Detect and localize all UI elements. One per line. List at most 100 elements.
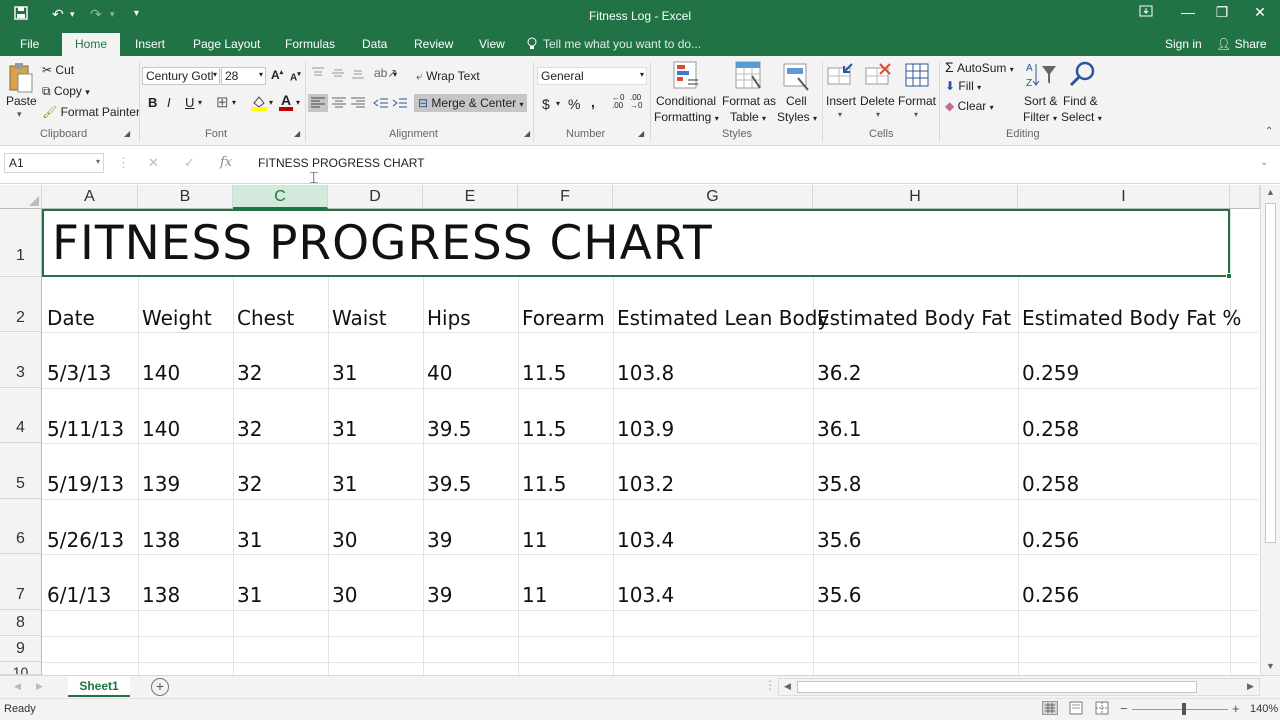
data-cell[interactable]: 36.1 <box>817 417 862 441</box>
vertical-scroll-thumb[interactable] <box>1265 203 1276 543</box>
tab-split-handle[interactable]: ⋮ <box>764 678 776 692</box>
paste-label[interactable]: Paste <box>6 94 37 108</box>
font-size-combo[interactable]: 28 ▾ <box>221 67 266 85</box>
column-header-a[interactable]: A <box>42 185 138 209</box>
data-cell[interactable]: 31 <box>332 417 357 441</box>
find-select-icon[interactable] <box>1068 60 1098 93</box>
currency-icon[interactable]: $ <box>542 96 550 112</box>
sort-filter-icon[interactable]: AZ <box>1026 60 1058 93</box>
number-launcher-icon[interactable]: ◢ <box>638 129 644 138</box>
delete-dropdown-icon[interactable]: ▾ <box>876 110 880 119</box>
alignment-launcher-icon[interactable]: ◢ <box>524 129 530 138</box>
bold-icon[interactable]: B <box>148 95 157 110</box>
percent-icon[interactable]: % <box>568 96 580 112</box>
ribbon-display-icon[interactable] <box>1134 4 1158 24</box>
data-cell[interactable]: 39.5 <box>427 472 472 496</box>
header-cell-body-fat[interactable]: Estimated Body Fat <box>817 306 1011 330</box>
tell-me-input[interactable]: Tell me what you want to do... <box>543 37 701 51</box>
conditional-formatting-icon[interactable] <box>672 60 702 95</box>
format-cells-icon[interactable] <box>902 60 932 93</box>
format-painter-button[interactable]: 🖌︎ Format Painter <box>42 105 140 119</box>
row-header-6[interactable]: 6 <box>0 499 42 554</box>
decrease-indent-icon[interactable] <box>372 94 390 115</box>
zoom-level[interactable]: 140% <box>1250 703 1278 715</box>
delete-cells-icon[interactable] <box>864 60 894 93</box>
paste-dropdown-icon[interactable]: ▾ <box>17 109 22 120</box>
restore-icon[interactable]: ❐ <box>1210 4 1234 24</box>
font-launcher-icon[interactable]: ◢ <box>294 129 300 138</box>
tab-file[interactable]: File <box>20 37 39 51</box>
sign-in-link[interactable]: Sign in <box>1165 37 1202 51</box>
data-cell[interactable]: 35.6 <box>817 528 862 552</box>
sort-filter-button[interactable]: Filter ▾ <box>1023 110 1057 124</box>
data-cell[interactable]: 30 <box>332 528 357 552</box>
cell-styles-icon[interactable] <box>782 60 812 95</box>
fill-color-icon[interactable] <box>250 93 268 114</box>
tab-formulas[interactable]: Formulas <box>285 37 335 51</box>
scroll-down-icon[interactable]: ▼ <box>1266 661 1275 671</box>
cut-button[interactable]: ✂ Cut <box>42 63 74 77</box>
page-layout-view-icon[interactable] <box>1068 701 1084 718</box>
align-right-icon[interactable] <box>349 94 367 115</box>
row-header-8[interactable]: 8 <box>0 610 42 636</box>
data-cell[interactable]: 140 <box>142 361 180 385</box>
data-cell[interactable]: 0.256 <box>1022 583 1079 607</box>
tab-insert[interactable]: Insert <box>135 37 165 51</box>
underline-dropdown-icon[interactable]: ▾ <box>198 98 202 107</box>
data-cell[interactable]: 40 <box>427 361 452 385</box>
data-cell[interactable]: 0.256 <box>1022 528 1079 552</box>
data-cell[interactable]: 11 <box>522 583 547 607</box>
zoom-in-icon[interactable]: + <box>1232 701 1240 716</box>
currency-dropdown-icon[interactable]: ▾ <box>556 99 560 108</box>
scroll-left-icon[interactable]: ◀ <box>784 681 791 692</box>
tab-page-layout[interactable]: Page Layout <box>193 37 260 51</box>
merge-center-button[interactable]: ⊟ Merge & Center ▾ <box>414 94 528 112</box>
data-cell[interactable]: 138 <box>142 528 180 552</box>
tab-review[interactable]: Review <box>414 37 453 51</box>
clipboard-launcher-icon[interactable]: ◢ <box>124 129 130 138</box>
close-icon[interactable]: ✕ <box>1248 4 1272 24</box>
data-cell[interactable]: 140 <box>142 417 180 441</box>
font-family-combo[interactable]: Century Gotl ▾ <box>142 67 220 85</box>
data-cell[interactable]: 31 <box>332 472 357 496</box>
fill-dropdown-icon[interactable]: ▾ <box>269 98 273 107</box>
data-cell[interactable]: 138 <box>142 583 180 607</box>
zoom-out-icon[interactable]: − <box>1120 701 1128 716</box>
row-header-3[interactable]: 3 <box>0 332 42 388</box>
align-top-icon[interactable] <box>310 66 326 83</box>
data-cell[interactable]: 30 <box>332 583 357 607</box>
cancel-icon[interactable]: ✕ <box>148 155 159 171</box>
data-cell[interactable]: 11 <box>522 528 547 552</box>
insert-cells-icon[interactable] <box>826 60 856 93</box>
find-select-button[interactable]: Select ▾ <box>1061 110 1102 124</box>
row-header-5[interactable]: 5 <box>0 443 42 499</box>
format-dropdown-icon[interactable]: ▾ <box>914 110 918 119</box>
add-sheet-icon[interactable]: + <box>151 678 169 696</box>
data-cell[interactable]: 6/1/13 <box>47 583 111 607</box>
data-cell[interactable]: 32 <box>237 361 262 385</box>
expand-formula-bar-icon[interactable]: ⌄ <box>1260 157 1268 168</box>
row-header-2[interactable]: 2 <box>0 277 42 332</box>
font-color-icon[interactable]: A <box>278 92 294 114</box>
data-cell[interactable]: 5/26/13 <box>47 528 124 552</box>
format-as-table-button[interactable]: Table ▾ <box>730 110 766 124</box>
page-break-view-icon[interactable] <box>1094 701 1110 718</box>
row-header-1[interactable]: 1 <box>0 209 42 277</box>
header-cell-hips[interactable]: Hips <box>427 306 471 330</box>
increase-decimal-icon[interactable]: ←0.00 <box>612 94 624 110</box>
format-as-table-label-1[interactable]: Format as <box>722 94 776 108</box>
insert-dropdown-icon[interactable]: ▾ <box>838 110 842 119</box>
align-middle-icon[interactable] <box>330 66 346 83</box>
data-cell[interactable]: 103.4 <box>617 528 674 552</box>
zoom-slider-thumb[interactable] <box>1182 703 1186 715</box>
align-bottom-icon[interactable] <box>350 66 366 83</box>
data-cell[interactable]: 31 <box>237 528 262 552</box>
header-cell-body-fat-pct[interactable]: Estimated Body Fat % <box>1022 306 1241 330</box>
fill-button[interactable]: ⬇︎ Fill ▾ <box>945 79 981 93</box>
data-cell[interactable]: 31 <box>237 583 262 607</box>
collapse-ribbon-icon[interactable]: ⌃ <box>1265 126 1273 137</box>
row-header-10[interactable]: 10 <box>0 662 42 675</box>
shrink-font-icon[interactable]: A▾ <box>290 70 301 83</box>
data-cell[interactable]: 103.2 <box>617 472 674 496</box>
comma-style-icon[interactable]: , <box>591 94 595 110</box>
